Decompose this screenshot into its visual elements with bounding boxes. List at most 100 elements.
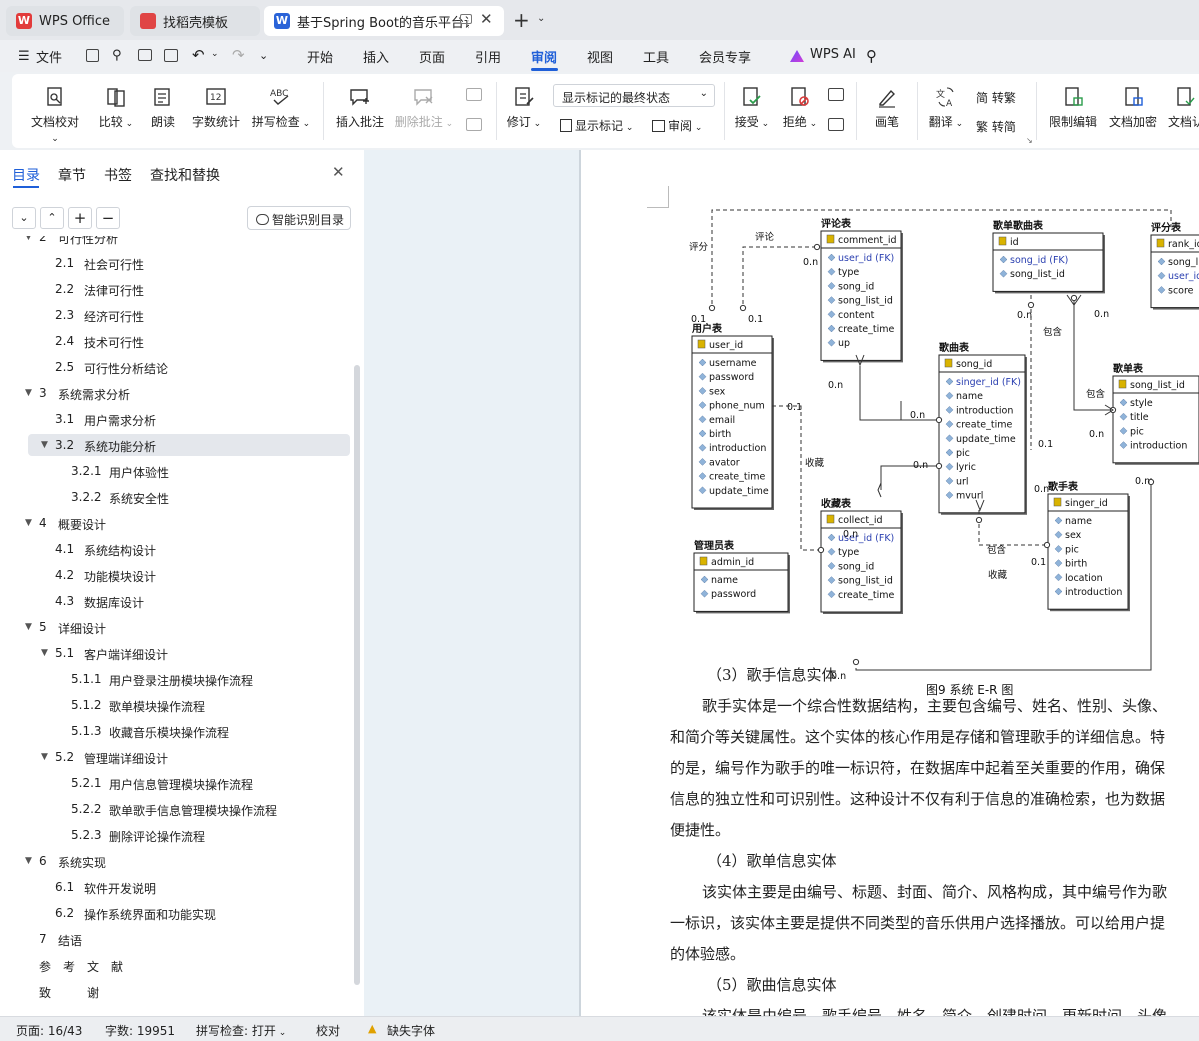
collapse-all-button[interactable]: ⌄ xyxy=(12,207,36,229)
reject-button[interactable]: 拒绝 ⌄ xyxy=(780,86,820,130)
save-icon[interactable] xyxy=(86,49,99,62)
menu-view[interactable]: 视图 xyxy=(587,47,613,66)
panel-tab-bookmarks[interactable]: 书签 xyxy=(104,165,132,185)
menu-tools[interactable]: 工具 xyxy=(643,47,669,66)
menu-insert[interactable]: 插入 xyxy=(363,47,389,66)
panel-tab-chapters[interactable]: 章节 xyxy=(58,165,86,185)
more-chevron-icon[interactable]: ⌄ xyxy=(259,49,268,62)
expand-caret-icon[interactable]: ▼ xyxy=(41,752,48,762)
smart-toc-button[interactable]: 智能识别目录 xyxy=(247,206,351,230)
window-icon[interactable] xyxy=(460,14,472,24)
new-tab-icon[interactable]: + xyxy=(513,8,530,32)
menu-reference[interactable]: 引用 xyxy=(475,47,501,66)
spell-check-indicator[interactable]: 拼写检查: 打开 ⌄ xyxy=(196,1022,286,1039)
hamburger-icon[interactable]: ☰ xyxy=(18,49,30,64)
expand-caret-icon[interactable]: ▼ xyxy=(25,856,32,866)
expand-group-icon[interactable]: ↘ xyxy=(1026,136,1033,145)
toc-item[interactable]: 2.1 社会可行性 xyxy=(28,252,350,274)
link-icon[interactable]: ⚲ xyxy=(112,48,122,63)
markup-state-select[interactable]: 显示标记的最终状态 ⌄ xyxy=(553,84,715,107)
expand-caret-icon[interactable]: ▼ xyxy=(41,440,48,450)
toc-item[interactable]: 参 考 文 献 xyxy=(28,954,350,976)
toc-item[interactable]: 2.5 可行性分析结论 xyxy=(28,356,350,378)
menu-member[interactable]: 会员专享 xyxy=(699,47,751,66)
close-tab-icon[interactable]: ✕ xyxy=(480,10,493,28)
doc-auth-button[interactable]: 文档认 xyxy=(1168,86,1199,130)
toc-item[interactable]: 4.2 功能模块设计 xyxy=(28,564,350,586)
toc-scrollbar[interactable] xyxy=(354,365,360,985)
toc-item[interactable]: 6.2 操作系统界面和功能实现 xyxy=(28,902,350,924)
toc-item[interactable]: 3.1 用户需求分析 xyxy=(28,408,350,430)
toc-item[interactable]: ▼ 3.2 系统功能分析 xyxy=(28,434,350,456)
toc-item[interactable]: 3.2.2 系统安全性 xyxy=(28,486,350,508)
remove-heading-button[interactable]: − xyxy=(96,207,120,229)
menu-review[interactable]: 审阅 xyxy=(531,47,557,66)
tab-current-document[interactable]: W 基于Spring Boot的音乐平台设 ✕ xyxy=(264,6,504,36)
panel-tab-toc[interactable]: 目录 xyxy=(12,165,40,185)
trad-to-simp-button[interactable]: 繁 转简 xyxy=(976,118,1016,135)
word-count-button[interactable]: 12 字数统计 xyxy=(190,86,242,130)
print-preview-icon[interactable] xyxy=(164,49,178,62)
search-icon[interactable]: ⚲ xyxy=(866,47,877,65)
toc-item[interactable]: ▼ 4 概要设计 xyxy=(25,512,350,534)
toc-item[interactable]: 6.1 软件开发说明 xyxy=(28,876,350,898)
add-heading-button[interactable]: + xyxy=(68,207,92,229)
proofread-indicator[interactable]: 校对 xyxy=(316,1022,340,1039)
toc-item[interactable]: 2.4 技术可行性 xyxy=(28,330,350,352)
expand-caret-icon[interactable]: ▼ xyxy=(41,648,48,658)
prev-change-icon[interactable] xyxy=(828,88,844,101)
next-change-icon[interactable] xyxy=(828,118,844,131)
toc-item[interactable]: 2.3 经济可行性 xyxy=(28,304,350,326)
toc-item[interactable]: 5.1.2 歌单模块操作流程 xyxy=(28,694,350,716)
tab-list-chevron-icon[interactable]: ⌄ xyxy=(537,13,545,24)
delete-comment-button[interactable]: 删除批注 ⌄ xyxy=(394,86,454,130)
toc-item[interactable]: 5.2.1 用户信息管理模块操作流程 xyxy=(28,772,350,794)
toc-item[interactable]: 致 谢 xyxy=(28,980,350,1002)
expand-caret-icon[interactable]: ▼ xyxy=(25,236,32,242)
undo-icon[interactable]: ↶ xyxy=(192,46,205,64)
word-count-indicator[interactable]: 字数: 19951 xyxy=(105,1022,175,1039)
toc-item[interactable]: ▼ 3 系统需求分析 xyxy=(25,382,350,404)
toc-item[interactable]: 5.2.3 删除评论操作流程 xyxy=(28,824,350,846)
toc-item[interactable]: ▼ 2 可行性分析 xyxy=(25,236,350,248)
document-page[interactable]: 评论表 comment_id user_id (FK) type song_id song… xyxy=(581,150,1199,1016)
tab-wps-office[interactable]: W WPS Office xyxy=(6,6,124,36)
page-indicator[interactable]: 页面: 16/43 xyxy=(16,1022,82,1039)
spell-check-button[interactable]: ABC 拼写检查 ⌄ xyxy=(250,86,312,130)
expand-caret-icon[interactable]: ▼ xyxy=(25,388,32,398)
menu-page[interactable]: 页面 xyxy=(419,47,445,66)
toc-item[interactable]: 5.1.1 用户登录注册模块操作流程 xyxy=(28,668,350,690)
toc-item[interactable]: 4.3 数据库设计 xyxy=(28,590,350,612)
menu-file[interactable]: 文件 xyxy=(36,47,62,66)
missing-font-indicator[interactable]: 缺失字体 xyxy=(387,1022,435,1039)
compare-button[interactable]: 比较 ⌄ xyxy=(96,86,136,130)
toc-item[interactable]: 7 结语 xyxy=(28,928,350,950)
tab-docer-templates[interactable]: 找稻壳模板 xyxy=(130,6,260,36)
encrypt-doc-button[interactable]: 文档加密 xyxy=(1106,86,1160,130)
revise-button[interactable]: 修订 ⌄ xyxy=(504,86,544,130)
read-aloud-button[interactable]: 朗读 xyxy=(148,86,178,130)
toc-item[interactable]: ▼ 5 详细设计 xyxy=(25,616,350,638)
toc-item[interactable]: ▼ 5.2 管理端详细设计 xyxy=(28,746,350,768)
print-icon[interactable] xyxy=(138,49,152,61)
toc-item[interactable]: 5.1.3 收藏音乐模块操作流程 xyxy=(28,720,350,742)
undo-dropdown-icon[interactable]: ⌄ xyxy=(211,49,219,59)
expand-caret-icon[interactable]: ▼ xyxy=(25,622,32,632)
panel-tab-find-replace[interactable]: 查找和替换 xyxy=(150,165,220,185)
menu-home[interactable]: 开始 xyxy=(307,47,333,66)
accept-button[interactable]: 接受 ⌄ xyxy=(732,86,772,130)
toc-item[interactable]: ▼ 6 系统实现 xyxy=(25,850,350,872)
toc-item[interactable]: ▼ 5.1 客户端详细设计 xyxy=(28,642,350,664)
restrict-edit-button[interactable]: 限制编辑 xyxy=(1046,86,1100,130)
expand-caret-icon[interactable]: ▼ xyxy=(25,518,32,528)
insert-comment-button[interactable]: 插入批注 xyxy=(334,86,386,130)
show-markup-button[interactable]: 显示标记 ⌄ xyxy=(560,117,633,134)
toc-item[interactable]: 2.2 法律可行性 xyxy=(28,278,350,300)
close-panel-icon[interactable]: ✕ xyxy=(332,163,345,181)
toc-item[interactable]: 5.2.2 歌单歌手信息管理模块操作流程 xyxy=(28,798,350,820)
simp-to-trad-button[interactable]: 简 转繁 xyxy=(976,89,1016,106)
prev-comment-icon[interactable] xyxy=(466,88,482,101)
expand-up-button[interactable]: ⌃ xyxy=(40,207,64,229)
menu-wps-ai[interactable]: WPS AI xyxy=(810,47,856,62)
toc-item[interactable]: 4.1 系统结构设计 xyxy=(28,538,350,560)
